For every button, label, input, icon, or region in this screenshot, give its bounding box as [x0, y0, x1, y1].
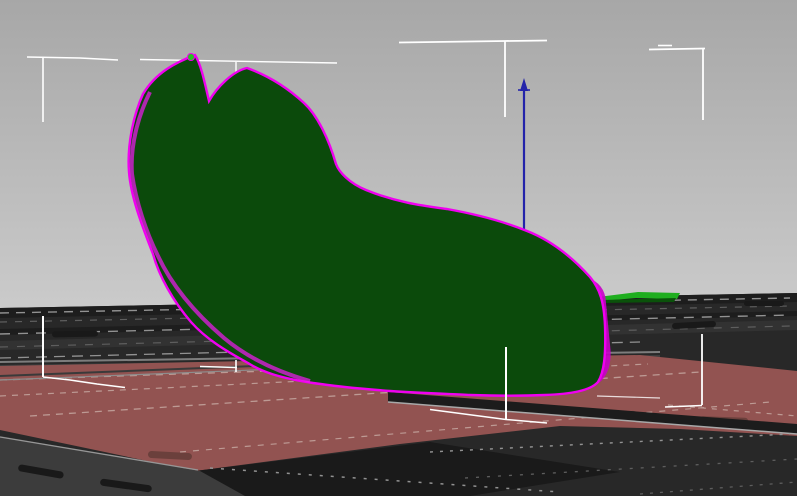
- tip-highlight: [188, 54, 195, 61]
- 3d-viewport[interactable]: [0, 0, 797, 496]
- viewport-canvas[interactable]: [0, 0, 797, 496]
